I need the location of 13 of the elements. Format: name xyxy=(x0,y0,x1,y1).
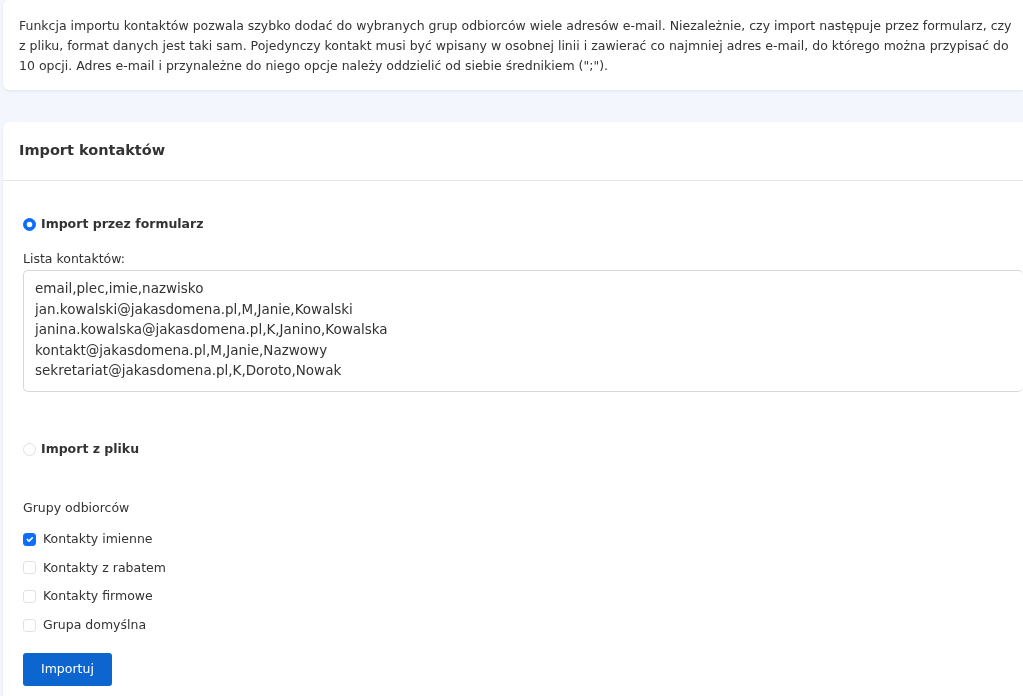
import-button[interactable]: Importuj xyxy=(23,652,112,686)
checkbox[interactable] xyxy=(23,532,36,546)
card-title: Import kontaktów xyxy=(3,122,1023,181)
checkbox-label[interactable]: Kontakty firmowe xyxy=(43,587,153,606)
radio-label[interactable]: Import z pliku xyxy=(41,440,140,459)
checkbox-label[interactable]: Grupa domyślna xyxy=(43,616,147,635)
field-label: Lista kontaktów: xyxy=(23,249,126,268)
radio-button[interactable] xyxy=(23,217,36,231)
checkbox-label[interactable]: Kontakty z rabatem xyxy=(43,558,166,578)
checkbox-label[interactable]: Kontakty imienne xyxy=(43,529,153,549)
intro-text: Funkcja importu kontaktów pozwala szybko dodać do wybranych grup odbiorców wiele adresów e-mail. Niezależnie, czy import następuje przez formularz, czy z pliku, format danych jest taki sam. Pojedynczy kontakt musi być wpisany w osobnej linii i zawierać co najmniej adres e-mail, do którego można przypisać do 10 opcji. Adres e-mail i przynależne do niego opcje należy oddzielić od siebie średnikiem (";"). xyxy=(19,17,1013,75)
group-heading: Grupy odbiorców xyxy=(23,499,131,517)
radio-label[interactable]: Import przez formularz xyxy=(41,214,204,234)
